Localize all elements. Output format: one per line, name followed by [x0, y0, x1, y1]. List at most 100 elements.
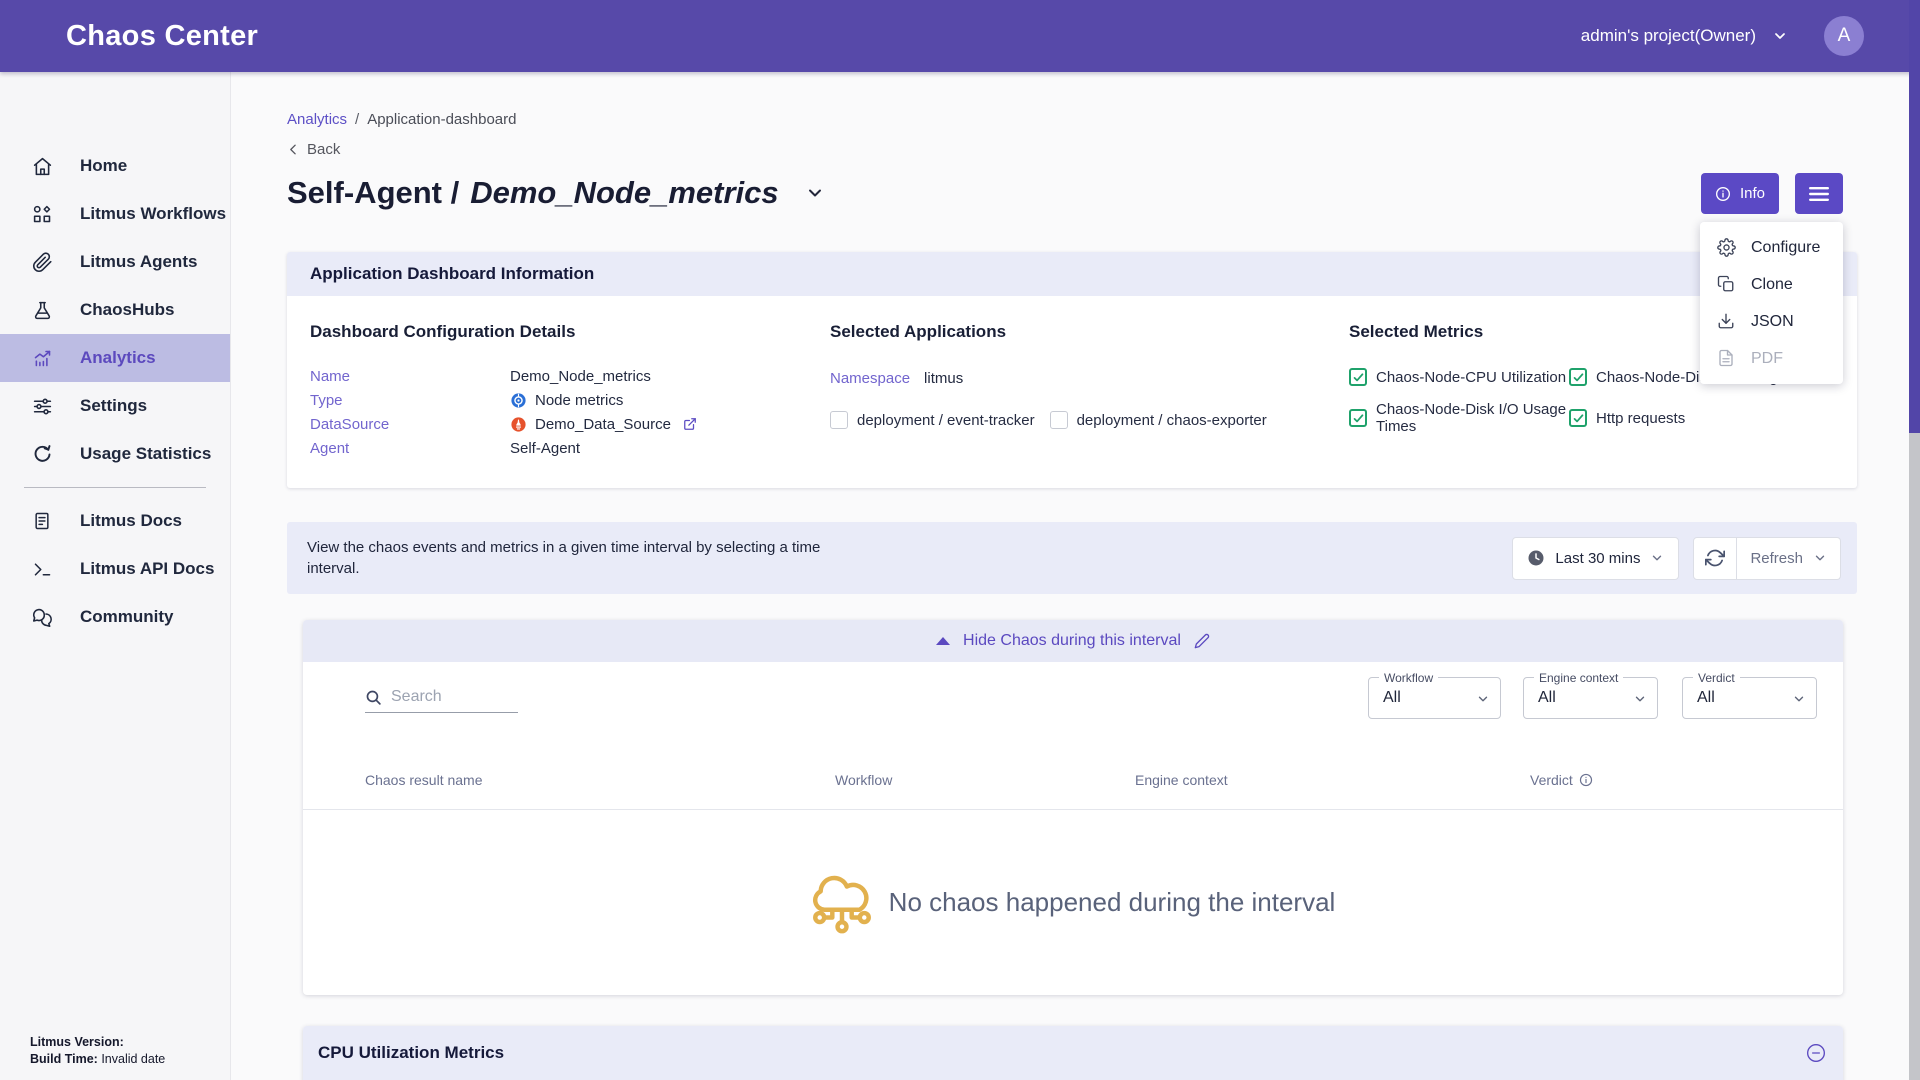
search-field	[365, 688, 518, 713]
menu-item-pdf[interactable]: PDF	[1700, 340, 1843, 377]
section-title: Selected Applications	[830, 322, 1349, 342]
dashboard-actions-menu: Configure Clone JSON PDF	[1700, 222, 1843, 384]
build-time-value: Invalid date	[101, 1052, 165, 1066]
verdict-filter-select[interactable]: Verdict All	[1682, 677, 1817, 719]
api-docs-icon	[30, 557, 54, 581]
sidebar-item-litmus-api-docs[interactable]: Litmus API Docs	[0, 545, 230, 593]
page-scrollbar[interactable]	[1909, 0, 1920, 1080]
check-icon	[1352, 412, 1365, 425]
sidebar-item-label: Settings	[80, 396, 147, 416]
avatar[interactable]: A	[1824, 16, 1864, 56]
chevron-left-icon	[287, 143, 300, 156]
column-header: Verdict	[1530, 772, 1593, 788]
chevron-down-icon[interactable]	[1772, 28, 1788, 44]
sidebar-item-chaoshubs[interactable]: ChaosHubs	[0, 286, 230, 334]
version-info: Litmus Version: Build Time: Invalid date	[30, 1034, 165, 1068]
menu-item-configure[interactable]: Configure	[1700, 229, 1843, 266]
page-title-agent: Self-Agent /	[287, 175, 459, 211]
info-button[interactable]: Info	[1701, 173, 1779, 214]
checkbox-checked[interactable]	[1569, 409, 1587, 427]
refresh-rate-select[interactable]: Refresh	[1737, 537, 1841, 580]
metric-checkbox-cpu-utilization[interactable]: Chaos-Node-CPU Utilization	[1349, 368, 1569, 386]
project-selector-label[interactable]: admin's project(Owner)	[1581, 26, 1756, 46]
application-checkbox-chaos-exporter[interactable]: deployment / chaos-exporter	[1050, 411, 1267, 429]
node-metrics-icon	[510, 392, 527, 409]
cpu-card-title: CPU Utilization Metrics	[318, 1043, 504, 1063]
check-icon	[1352, 371, 1365, 384]
sidebar-item-analytics[interactable]: Analytics	[0, 334, 230, 382]
sidebar-item-home[interactable]: Home	[0, 142, 230, 190]
breadcrumb-analytics-link[interactable]: Analytics	[287, 111, 347, 128]
menu-item-json[interactable]: JSON	[1700, 303, 1843, 340]
prometheus-icon	[510, 416, 527, 433]
sidebar-item-label: Litmus Agents	[80, 252, 197, 272]
checkbox-checked[interactable]	[1349, 368, 1367, 386]
hide-chaos-label: Hide Chaos during this interval	[963, 632, 1181, 650]
action-buttons: Info	[1701, 173, 1843, 214]
info-card-body: Dashboard Configuration Details Name Dem…	[287, 296, 1857, 488]
page-title: Self-Agent / Demo_Node_metrics	[287, 175, 779, 211]
title-row: Self-Agent / Demo_Node_metrics Info Conf…	[287, 171, 1857, 215]
metric-checkbox-disk-io-times[interactable]: Chaos-Node-Disk I/O Usage Times	[1349, 401, 1569, 435]
empty-message: No chaos happened during the interval	[889, 887, 1336, 918]
cpu-card-header: CPU Utilization Metrics	[303, 1026, 1843, 1080]
home-icon	[30, 154, 54, 178]
time-range-select[interactable]: Last 30 mins	[1512, 537, 1679, 580]
chevron-down-icon	[1813, 551, 1827, 565]
sidebar-item-community[interactable]: Community	[0, 593, 230, 641]
sidebar-item-litmus-docs[interactable]: Litmus Docs	[0, 497, 230, 545]
sidebar-item-usage-statistics[interactable]: Usage Statistics	[0, 430, 230, 478]
menu-item-label: Clone	[1751, 276, 1793, 294]
litmus-version-label: Litmus Version:	[30, 1035, 124, 1049]
sidebar-item-label: Usage Statistics	[80, 444, 211, 464]
workflow-filter-select[interactable]: Workflow All	[1368, 677, 1501, 719]
chevron-down-icon	[1650, 551, 1664, 565]
settings-icon	[30, 394, 54, 418]
external-link-icon[interactable]	[683, 417, 697, 431]
search-input[interactable]	[391, 688, 506, 706]
application-checkbox-event-tracker[interactable]: deployment / event-tracker	[830, 411, 1035, 429]
table-filter-row: Workflow All Engine context All Verdict …	[303, 662, 1843, 750]
file-icon	[1717, 349, 1736, 368]
sidebar-item-settings[interactable]: Settings	[0, 382, 230, 430]
breadcrumb-current: Application-dashboard	[367, 111, 516, 128]
analytics-icon	[30, 346, 54, 370]
metric-checkbox-http-requests[interactable]: Http requests	[1569, 401, 1834, 435]
checkbox-unchecked[interactable]	[830, 411, 848, 429]
dashboard-configuration-details: Dashboard Configuration Details Name Dem…	[310, 322, 830, 460]
selected-applications: Selected Applications Namespace litmus d…	[830, 322, 1349, 460]
checkbox-checked[interactable]	[1349, 409, 1367, 427]
clock-icon	[1527, 549, 1545, 567]
checkbox-checked[interactable]	[1569, 368, 1587, 386]
engine-context-filter-select[interactable]: Engine context All	[1523, 677, 1658, 719]
menu-item-label: JSON	[1751, 313, 1794, 331]
collapse-minus-icon[interactable]	[1806, 1043, 1826, 1063]
config-row-agent: Agent Self-Agent	[310, 436, 830, 460]
chevron-down-icon	[1792, 692, 1806, 706]
chaos-events-card: Hide Chaos during this interval Workflow…	[303, 620, 1843, 995]
column-header: Engine context	[1135, 772, 1530, 788]
back-button[interactable]: Back	[287, 139, 357, 159]
table-header-row: Chaos result name Workflow Engine contex…	[303, 750, 1843, 810]
refresh-now-button[interactable]	[1693, 537, 1737, 580]
sidebar-item-litmus-agents[interactable]: Litmus Agents	[0, 238, 230, 286]
scrollbar-thumb[interactable]	[1909, 0, 1920, 433]
column-header: Workflow	[835, 772, 1135, 788]
info-circle-icon[interactable]	[1579, 773, 1593, 787]
breadcrumb-separator: /	[355, 111, 359, 128]
menu-item-clone[interactable]: Clone	[1700, 266, 1843, 303]
pencil-icon[interactable]	[1194, 633, 1210, 649]
hide-chaos-toggle[interactable]: Hide Chaos during this interval	[303, 620, 1843, 662]
dashboard-switcher-chevron-icon[interactable]	[805, 183, 825, 203]
more-menu-button[interactable]	[1795, 173, 1843, 214]
column-header: Chaos result name	[365, 772, 835, 788]
search-icon	[365, 689, 382, 706]
check-icon	[1572, 371, 1585, 384]
main-content: Analytics / Application-dashboard Back Sel…	[231, 72, 1920, 1080]
checkbox-unchecked[interactable]	[1050, 411, 1068, 429]
sidebar-item-litmus-workflows[interactable]: Litmus Workflows	[0, 190, 230, 238]
back-label: Back	[307, 141, 340, 158]
gear-icon	[1717, 238, 1736, 257]
cpu-utilization-card: CPU Utilization Metrics	[303, 1026, 1843, 1080]
application-dashboard-information-card: Application Dashboard Information Dashbo…	[287, 252, 1857, 488]
